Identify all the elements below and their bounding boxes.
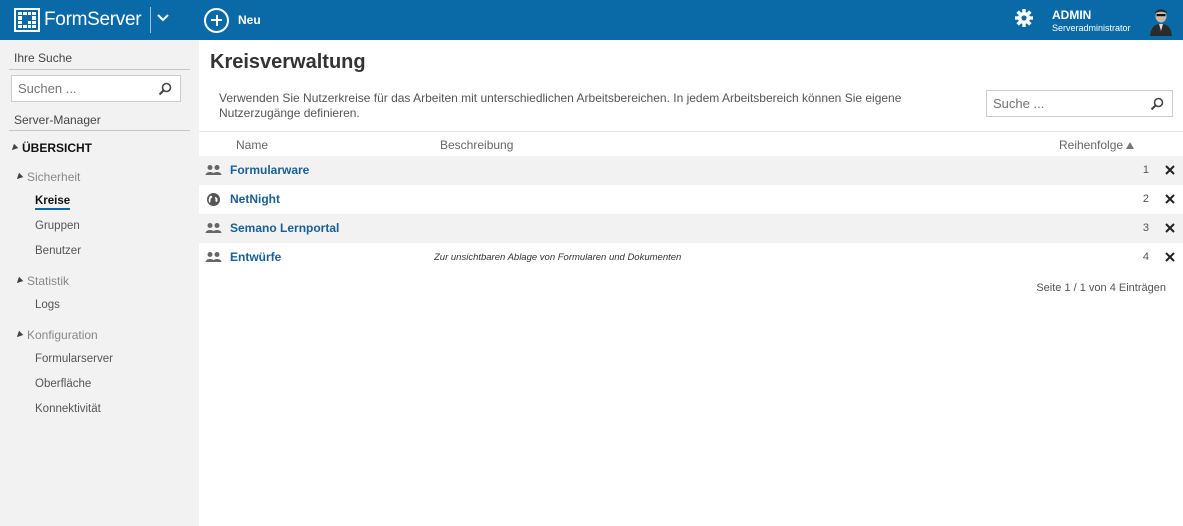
- sidebar-item-label: Oberfläche: [35, 378, 92, 390]
- search-icon[interactable]: [1150, 97, 1164, 111]
- main-search-field[interactable]: [986, 90, 1173, 117]
- search-heading: Ihre Suche: [14, 51, 73, 65]
- row-name-link[interactable]: NetNight: [230, 192, 280, 206]
- sidebar-item-oberflaeche[interactable]: Oberfläche: [35, 378, 91, 390]
- nav-overview-label: ÜBERSICHT: [22, 141, 93, 155]
- divider: [9, 69, 190, 70]
- expand-triangle-icon: [14, 276, 24, 286]
- sidebar-item-label: Gruppen: [35, 220, 80, 232]
- sidebar-item-logs[interactable]: Logs: [35, 299, 60, 311]
- chevron-down-icon[interactable]: [155, 10, 171, 26]
- expand-triangle-icon: [14, 172, 24, 182]
- user-info[interactable]: ADMIN Serveradministrator: [1052, 9, 1131, 33]
- table-row[interactable]: Entwürfe Zur unsichtbaren Ablage von For…: [199, 243, 1183, 272]
- nav-section-statistics[interactable]: Statistik: [14, 274, 70, 288]
- logo-divider: [150, 7, 151, 33]
- page-title: Kreisverwaltung: [210, 51, 366, 73]
- row-order: 2: [1142, 193, 1149, 205]
- sidebar-item-label: Konnektivität: [35, 403, 101, 415]
- users-icon: [205, 223, 222, 233]
- new-button-label: Neu: [238, 13, 261, 27]
- row-name-link[interactable]: Entwürfe: [230, 250, 281, 264]
- globe-icon: [207, 193, 220, 206]
- row-description: Zur unsichtbaren Ablage von Formularen u…: [434, 252, 682, 263]
- avatar[interactable]: [1148, 4, 1174, 36]
- close-icon[interactable]: [1164, 164, 1176, 176]
- table-row[interactable]: NetNight 2: [199, 185, 1183, 214]
- column-header-description[interactable]: Beschreibung: [440, 138, 513, 152]
- sidebar-item-label: Benutzer: [35, 245, 82, 257]
- user-name: ADMIN: [1052, 8, 1092, 22]
- nav-section-label: Sicherheit: [27, 170, 81, 184]
- new-button[interactable]: Neu: [204, 7, 261, 33]
- table-row[interactable]: Formularware 1: [199, 156, 1183, 185]
- sidebar-item-benutzer[interactable]: Benutzer: [35, 245, 81, 257]
- close-icon[interactable]: [1164, 222, 1176, 234]
- users-icon: [205, 252, 222, 262]
- nav-overview[interactable]: ÜBERSICHT: [9, 141, 93, 155]
- row-order: 4: [1142, 251, 1149, 263]
- page-description: Verwenden Sie Nutzerkreise für das Arbei…: [219, 91, 902, 120]
- gear-icon[interactable]: [1014, 8, 1034, 28]
- sidebar-item-formularserver[interactable]: Formularserver: [35, 353, 113, 365]
- row-name-link[interactable]: Formularware: [230, 163, 309, 177]
- table-header: Name Beschreibung Reihenfolge: [199, 131, 1183, 156]
- row-name-link[interactable]: Semano Lernportal: [230, 221, 339, 235]
- app-name: FormServer: [44, 9, 142, 30]
- nav-section-configuration[interactable]: Konfiguration: [14, 328, 98, 342]
- sidebar-item-gruppen[interactable]: Gruppen: [35, 220, 80, 232]
- sidebar-item-konnektivitaet[interactable]: Konnektivität: [35, 403, 101, 415]
- close-icon[interactable]: [1164, 251, 1176, 263]
- main-search-input[interactable]: [993, 96, 1128, 111]
- sidebar: Ihre Suche Server-Manager ÜBERSICHT Sich…: [0, 40, 199, 526]
- expand-triangle-icon: [14, 330, 24, 340]
- expand-triangle-icon: [9, 143, 19, 153]
- user-role: Serveradministrator: [1052, 23, 1131, 33]
- close-icon[interactable]: [1164, 193, 1176, 205]
- server-manager-heading: Server-Manager: [14, 113, 101, 127]
- nav-section-label: Statistik: [27, 274, 70, 288]
- column-header-order[interactable]: Reihenfolge: [1059, 138, 1135, 152]
- app-logo[interactable]: FormServer: [14, 6, 142, 34]
- sidebar-item-kreise[interactable]: Kreise: [35, 195, 71, 210]
- sidebar-item-label: Formularserver: [35, 353, 113, 365]
- search-icon[interactable]: [158, 82, 172, 96]
- sidebar-item-label: Kreise: [35, 195, 71, 210]
- sort-ascending-icon: [1126, 142, 1135, 149]
- nav-section-label: Konfiguration: [27, 328, 98, 342]
- pagination-info: Seite 1 / 1 von 4 Einträgen: [1036, 282, 1166, 294]
- sidebar-item-label: Logs: [35, 299, 60, 311]
- sidebar-search-input[interactable]: [18, 81, 153, 96]
- nav-section-security[interactable]: Sicherheit: [14, 170, 81, 184]
- column-header-name[interactable]: Name: [236, 138, 268, 152]
- users-icon: [205, 165, 222, 175]
- row-order: 1: [1142, 164, 1149, 176]
- sidebar-search-field[interactable]: [11, 75, 181, 102]
- logo-icon: [14, 8, 40, 32]
- plus-circle-icon: [204, 7, 229, 33]
- table-row[interactable]: Semano Lernportal 3: [199, 214, 1183, 243]
- top-bar: FormServer Neu ADMIN Serveradministrator: [0, 0, 1183, 40]
- divider: [9, 130, 190, 131]
- row-order: 3: [1142, 222, 1149, 234]
- column-header-order-label: Reihenfolge: [1059, 138, 1124, 152]
